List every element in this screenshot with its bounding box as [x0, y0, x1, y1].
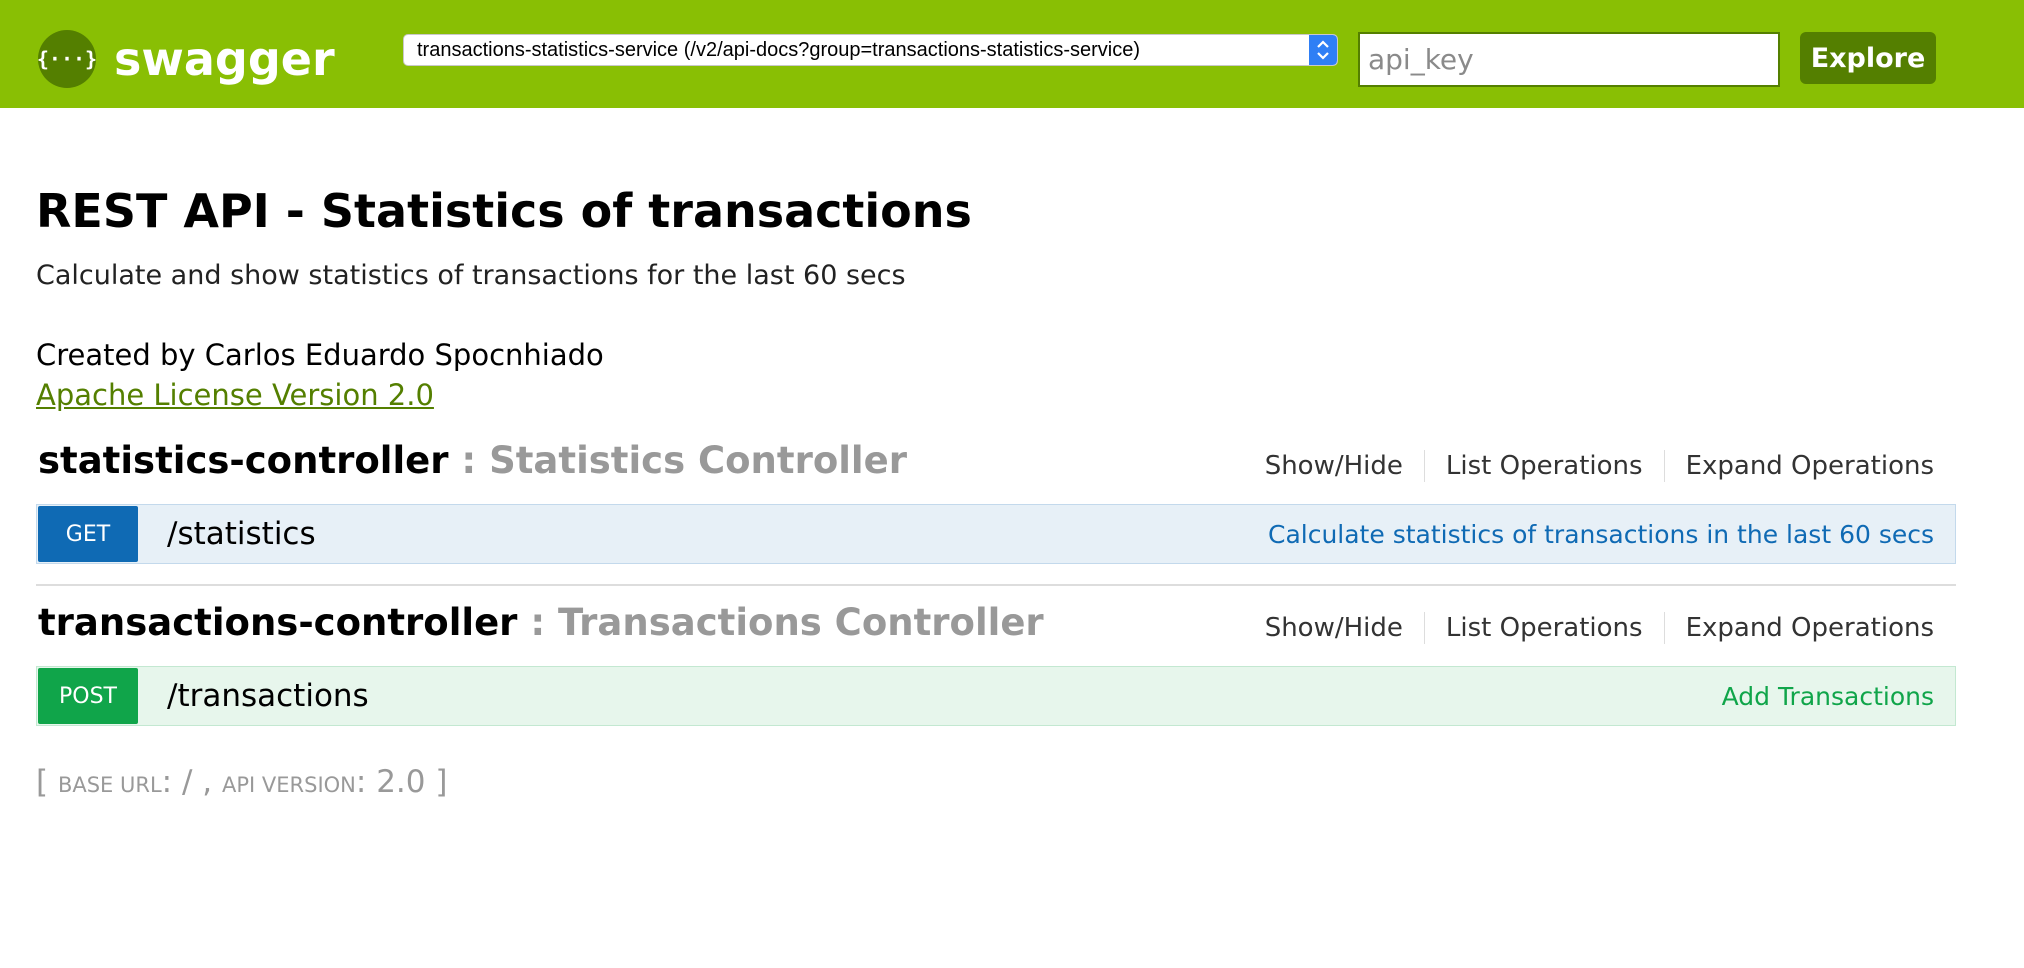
page-title: REST API - Statistics of transactions	[36, 184, 972, 238]
api-footer-info: [ base url: / , api version: 2.0 ]	[36, 762, 447, 805]
operation-summary[interactable]: Calculate statistics of transactions in …	[1268, 520, 1934, 549]
license-link[interactable]: Apache License Version 2.0	[36, 376, 434, 414]
explore-button[interactable]: Explore	[1800, 32, 1936, 84]
footer-open-bracket: [	[36, 764, 58, 800]
swagger-braces-icon: {···}	[38, 30, 96, 88]
operation-get-statistics[interactable]: GET /statistics Calculate statistics of …	[36, 504, 1956, 564]
show-hide-link[interactable]: Show/Hide	[1244, 448, 1424, 484]
api-spec-select[interactable]: transactions-statistics-service (/v2/api…	[403, 34, 1338, 66]
api-creator: Created by Carlos Eduardo Spocnhiado	[36, 338, 604, 372]
operation-path[interactable]: /statistics	[167, 516, 316, 552]
base-url-label: base url	[57, 773, 162, 797]
svg-text:{···}: {···}	[38, 47, 96, 71]
list-operations-link[interactable]: List Operations	[1425, 610, 1664, 646]
footer-comma: ,	[192, 764, 222, 800]
show-hide-link[interactable]: Show/Hide	[1244, 610, 1424, 646]
base-url-separator: :	[161, 764, 182, 800]
resource-description: : Transactions Controller	[517, 601, 1044, 644]
http-method-badge[interactable]: GET	[38, 506, 138, 562]
api-version-separator: :	[355, 764, 377, 800]
api-key-input[interactable]	[1358, 32, 1780, 87]
swagger-logo-text: swagger	[114, 32, 335, 86]
api-version-label: api version	[222, 773, 356, 797]
resource-description: : Statistics Controller	[448, 439, 907, 482]
api-version-value: 2.0	[376, 764, 426, 800]
expand-operations-link[interactable]: Expand Operations	[1665, 610, 1934, 646]
api-spec-select-value: transactions-statistics-service (/v2/api…	[417, 38, 1141, 61]
swagger-logo[interactable]: {···} swagger	[38, 29, 335, 89]
list-operations-link[interactable]: List Operations	[1425, 448, 1664, 484]
resource-name[interactable]: transactions-controller	[38, 601, 517, 644]
swagger-header: {···} swagger transactions-statistics-se…	[0, 0, 2024, 108]
resource-name[interactable]: statistics-controller	[38, 439, 449, 482]
operation-post-transactions[interactable]: POST /transactions Add Transactions	[36, 666, 1956, 726]
expand-operations-link[interactable]: Expand Operations	[1665, 448, 1934, 484]
resource-heading[interactable]: statistics-controller : Statistics Contr…	[38, 436, 907, 486]
api-description: Calculate and show statistics of transac…	[36, 260, 906, 291]
operation-summary[interactable]: Add Transactions	[1722, 682, 1934, 711]
base-url-value: /	[181, 764, 193, 800]
resource-heading[interactable]: transactions-controller : Transactions C…	[38, 598, 1044, 648]
resource-options: Show/Hide List Operations Expand Operati…	[1244, 448, 1934, 484]
resource-options: Show/Hide List Operations Expand Operati…	[1244, 610, 1934, 646]
footer-close-bracket: ]	[425, 764, 448, 800]
select-updown-arrows-icon	[1309, 35, 1337, 65]
resource-divider	[36, 584, 1956, 586]
http-method-badge[interactable]: POST	[38, 668, 138, 724]
operation-path[interactable]: /transactions	[167, 678, 369, 714]
